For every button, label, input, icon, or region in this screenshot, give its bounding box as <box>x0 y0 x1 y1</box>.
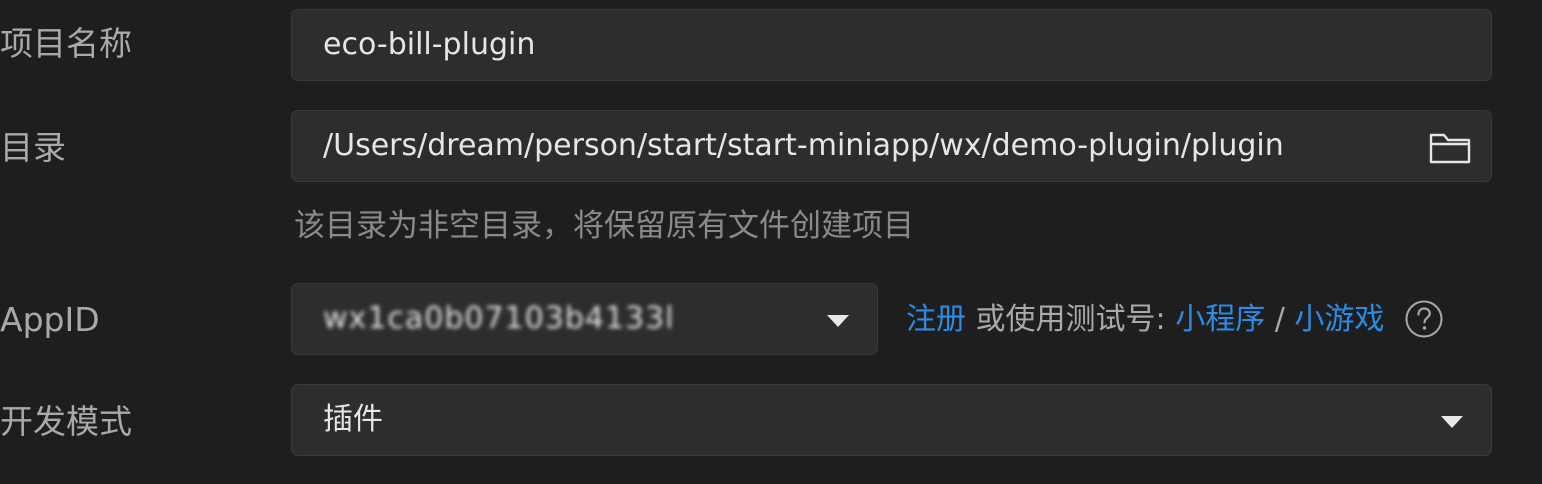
mini-game-link[interactable]: 小游戏 <box>1294 302 1384 337</box>
test-account-text: 或使用测试号: <box>975 302 1166 337</box>
dev-mode-select[interactable]: 插件 <box>291 384 1492 456</box>
dev-mode-label: 开发模式 <box>0 402 132 441</box>
appid-label: AppID <box>0 300 100 339</box>
project-name-value: eco-bill-plugin <box>323 27 536 62</box>
mini-program-link[interactable]: 小程序 <box>1175 302 1265 337</box>
appid-links: 注册 或使用测试号: 小程序 / 小游戏 <box>906 300 1444 340</box>
question-circle-icon[interactable] <box>1404 299 1444 339</box>
dev-mode-value: 插件 <box>323 402 383 437</box>
register-link[interactable]: 注册 <box>906 302 966 337</box>
directory-input[interactable]: /Users/dream/person/start/start-miniapp/… <box>291 110 1492 182</box>
directory-hint: 该目录为非空目录，将保留原有文件创建项目 <box>294 208 914 244</box>
directory-value: /Users/dream/person/start/start-miniapp/… <box>323 128 1284 163</box>
appid-value: wx1ca0b07103b4133l <box>323 301 675 336</box>
project-name-input[interactable]: eco-bill-plugin <box>291 9 1492 81</box>
directory-label: 目录 <box>0 128 66 167</box>
folder-icon[interactable] <box>1429 132 1471 164</box>
project-name-label: 项目名称 <box>0 24 132 63</box>
link-separator: / <box>1274 302 1285 337</box>
create-project-form: 项目名称 eco-bill-plugin 目录 /Users/dream/per… <box>0 0 1542 484</box>
appid-select[interactable]: wx1ca0b07103b4133l <box>291 283 878 355</box>
chevron-down-icon <box>827 315 849 327</box>
chevron-down-icon <box>1441 416 1463 428</box>
